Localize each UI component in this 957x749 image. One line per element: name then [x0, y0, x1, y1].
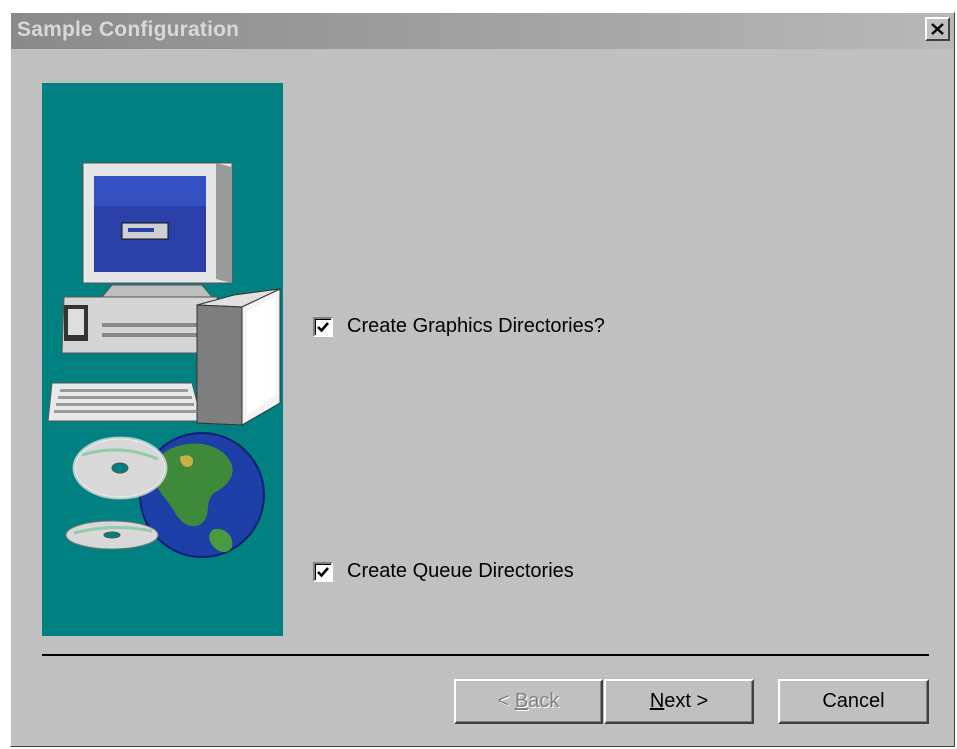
divider — [42, 654, 929, 656]
graphics-checkbox[interactable] — [313, 316, 333, 337]
checkmark-icon — [317, 566, 329, 577]
window-title: Sample Configuration — [17, 18, 240, 41]
sample-configuration-dialog: Sample Configuration Create Graphics Dir… — [10, 12, 955, 747]
queue-checkbox[interactable] — [313, 561, 333, 582]
back-button[interactable]: < Back — [454, 679, 603, 724]
back-button-rest: ack — [528, 690, 560, 712]
next-button-mnemonic: N — [649, 690, 665, 712]
checkmark-icon — [317, 321, 329, 332]
graphics-checkbox-label[interactable]: Create Graphics Directories? — [347, 315, 605, 338]
software-box-icon — [196, 288, 281, 426]
next-button-rest: ext > — [664, 690, 709, 712]
queue-checkbox-label[interactable]: Create Queue Directories — [347, 560, 574, 583]
cancel-button-label: Cancel — [822, 690, 885, 712]
back-button-mnemonic: B — [514, 690, 529, 712]
create-graphics-directories-option[interactable]: Create Graphics Directories? — [313, 315, 605, 338]
wizard-illustration — [42, 83, 283, 636]
create-queue-directories-option[interactable]: Create Queue Directories — [313, 560, 574, 583]
next-button[interactable]: Next > — [604, 679, 754, 724]
back-button-prefix: < — [497, 690, 515, 712]
cancel-button[interactable]: Cancel — [778, 679, 929, 724]
close-button[interactable] — [925, 17, 950, 41]
title-bar[interactable]: Sample Configuration — [11, 13, 954, 49]
close-icon — [931, 23, 944, 35]
